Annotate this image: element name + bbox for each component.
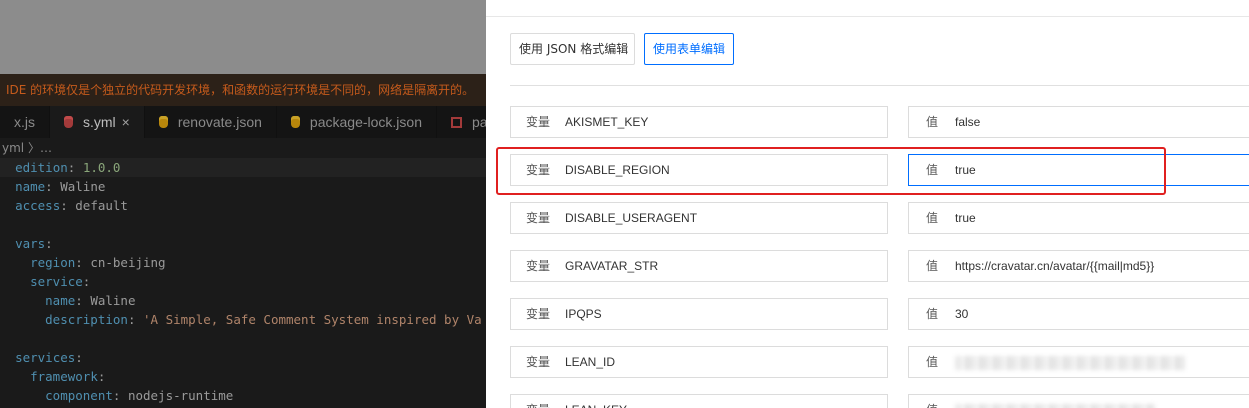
value-prefix: 值 [925,163,938,177]
package-icon [450,116,462,128]
env-value-field[interactable]: 值 https://cravatar.cn/avatar/{{mail|md5}} [908,250,1249,282]
code-line: description: 'A Simple, Safe Comment Sys… [45,312,482,327]
env-var-row: 变量LEAN_KEY 值 [486,394,1249,408]
database-icon [290,116,300,128]
code-line: access: default [15,198,128,213]
env-key-value: LEAN_ID [565,355,616,369]
database-icon [158,116,168,128]
key-prefix: 变量 [525,259,550,273]
divider [510,85,1249,86]
env-var-row: 变量 GRAVATAR_STR 值 https://cravatar.cn/avat… [486,250,1249,282]
env-value-field[interactable]: 值 true [908,154,1249,186]
env-key-field[interactable]: 变量 GRAVATAR_STR [510,250,888,282]
env-key-value: DISABLE_USERAGENT [565,211,698,225]
panel-header [486,0,1249,17]
env-value-text: https://cravatar.cn/avatar/{{mail|md5}} [955,259,1155,273]
code-line: services: [15,350,83,365]
tab-s-yml[interactable]: s.yml × [50,106,145,138]
env-var-row: 变量 DISABLE_USERAGENT 值 true [486,202,1249,234]
json-edit-mode-button[interactable]: 使用 JSON 格式编辑 [510,33,635,65]
code-line: name: Waline [45,293,136,308]
env-value-text: true [955,211,976,225]
env-key-field[interactable]: 变量 DISABLE_REGION [510,154,888,186]
tab-label: renovate.json [177,114,262,130]
key-prefix: 变量 [511,395,565,408]
tab-label: s.yml [83,114,116,130]
ide-tab-bar: x.js s.yml × renovate.json package-lock.… [0,106,486,138]
tab-label: x.js [14,114,35,130]
env-value-field[interactable]: 值 [908,346,1249,378]
env-value-text: 30 [955,307,969,321]
value-prefix: 值 [925,259,938,273]
tab-x-js[interactable]: x.js [0,106,50,138]
env-key-value: AKISMET_KEY [565,115,649,129]
breadcrumb: yml 〉… [2,141,52,155]
env-var-row: 变量 IPQPS 值 30 [486,298,1249,330]
env-var-row: 变量 LEAN_ID 值 [486,346,1249,378]
code-line: vars: [15,236,53,251]
env-value-field[interactable]: 值 true [908,202,1249,234]
tab-renovate-json[interactable]: renovate.json [145,106,277,138]
env-key-value: DISABLE_REGION [565,163,670,177]
env-key-value: LEAN_KEY [565,403,627,408]
redacted-value [955,355,1185,370]
ide-editor: IDE 的环境仅是个独立的代码开发环境，和函数的运行环境是不同的，网络是隔离开的… [0,0,486,408]
code-editor[interactable]: edition: 1.0.0 name: Waline access: defa… [0,158,486,405]
database-icon [64,116,73,128]
env-key-value: IPQPS [565,307,602,321]
code-line: name: Waline [15,179,106,194]
key-prefix: 变量 [525,163,550,177]
env-var-row: 变量 DISABLE_REGION 值 true [486,154,1249,186]
env-value-text: false [955,115,981,129]
env-key-field[interactable]: 变量 DISABLE_USERAGENT [510,202,888,234]
tab-label: package-lock.json [309,114,422,130]
env-variables-panel: 使用 JSON 格式编辑 使用表单编辑 变量 AKISMET_KEY 值 false… [486,0,1249,408]
code-line: service: [30,274,91,289]
key-prefix: 变量 [525,211,550,225]
value-prefix: 值 [925,307,938,321]
env-key-field[interactable]: 变量 LEAN_ID [510,346,888,378]
value-prefix: 值 [925,355,938,369]
tab-label: package.j [471,114,486,130]
tab-package-lock-json[interactable]: package-lock.json [277,106,437,138]
env-key-field[interactable]: 变量 IPQPS [510,298,888,330]
env-key-field[interactable]: 变量 AKISMET_KEY [510,106,888,138]
value-prefix: 值 [925,115,938,129]
env-key-value: GRAVATAR_STR [565,259,659,273]
key-prefix: 变量 [525,115,550,129]
ide-notice-banner: IDE 的环境仅是个独立的代码开发环境，和函数的运行环境是不同的，网络是隔离开的… [0,74,486,106]
code-line: edition: 1.0.0 [0,158,486,177]
code-line: region: cn-beijing [30,255,166,270]
code-line: component: nodejs-runtime [45,388,234,403]
key-prefix: 变量 [525,307,550,321]
value-prefix: 值 [925,211,938,225]
env-value-text: true [955,163,976,177]
close-icon[interactable]: × [122,114,130,130]
value-prefix: 值 [909,395,955,408]
env-var-row: 变量 AKISMET_KEY 值 false [486,106,1249,138]
env-value-field[interactable]: 值 false [908,106,1249,138]
env-value-field[interactable]: 值 30 [908,298,1249,330]
code-line: framework: [30,369,106,384]
redacted-value [955,403,1155,408]
env-value-field[interactable]: 值 [908,394,1249,408]
key-prefix: 变量 [525,355,550,369]
form-edit-mode-button[interactable]: 使用表单编辑 [644,33,734,65]
tab-package-json[interactable]: package.j [437,106,486,138]
env-key-field[interactable]: 变量LEAN_KEY [510,394,888,408]
ide-overlay-top [0,0,486,74]
